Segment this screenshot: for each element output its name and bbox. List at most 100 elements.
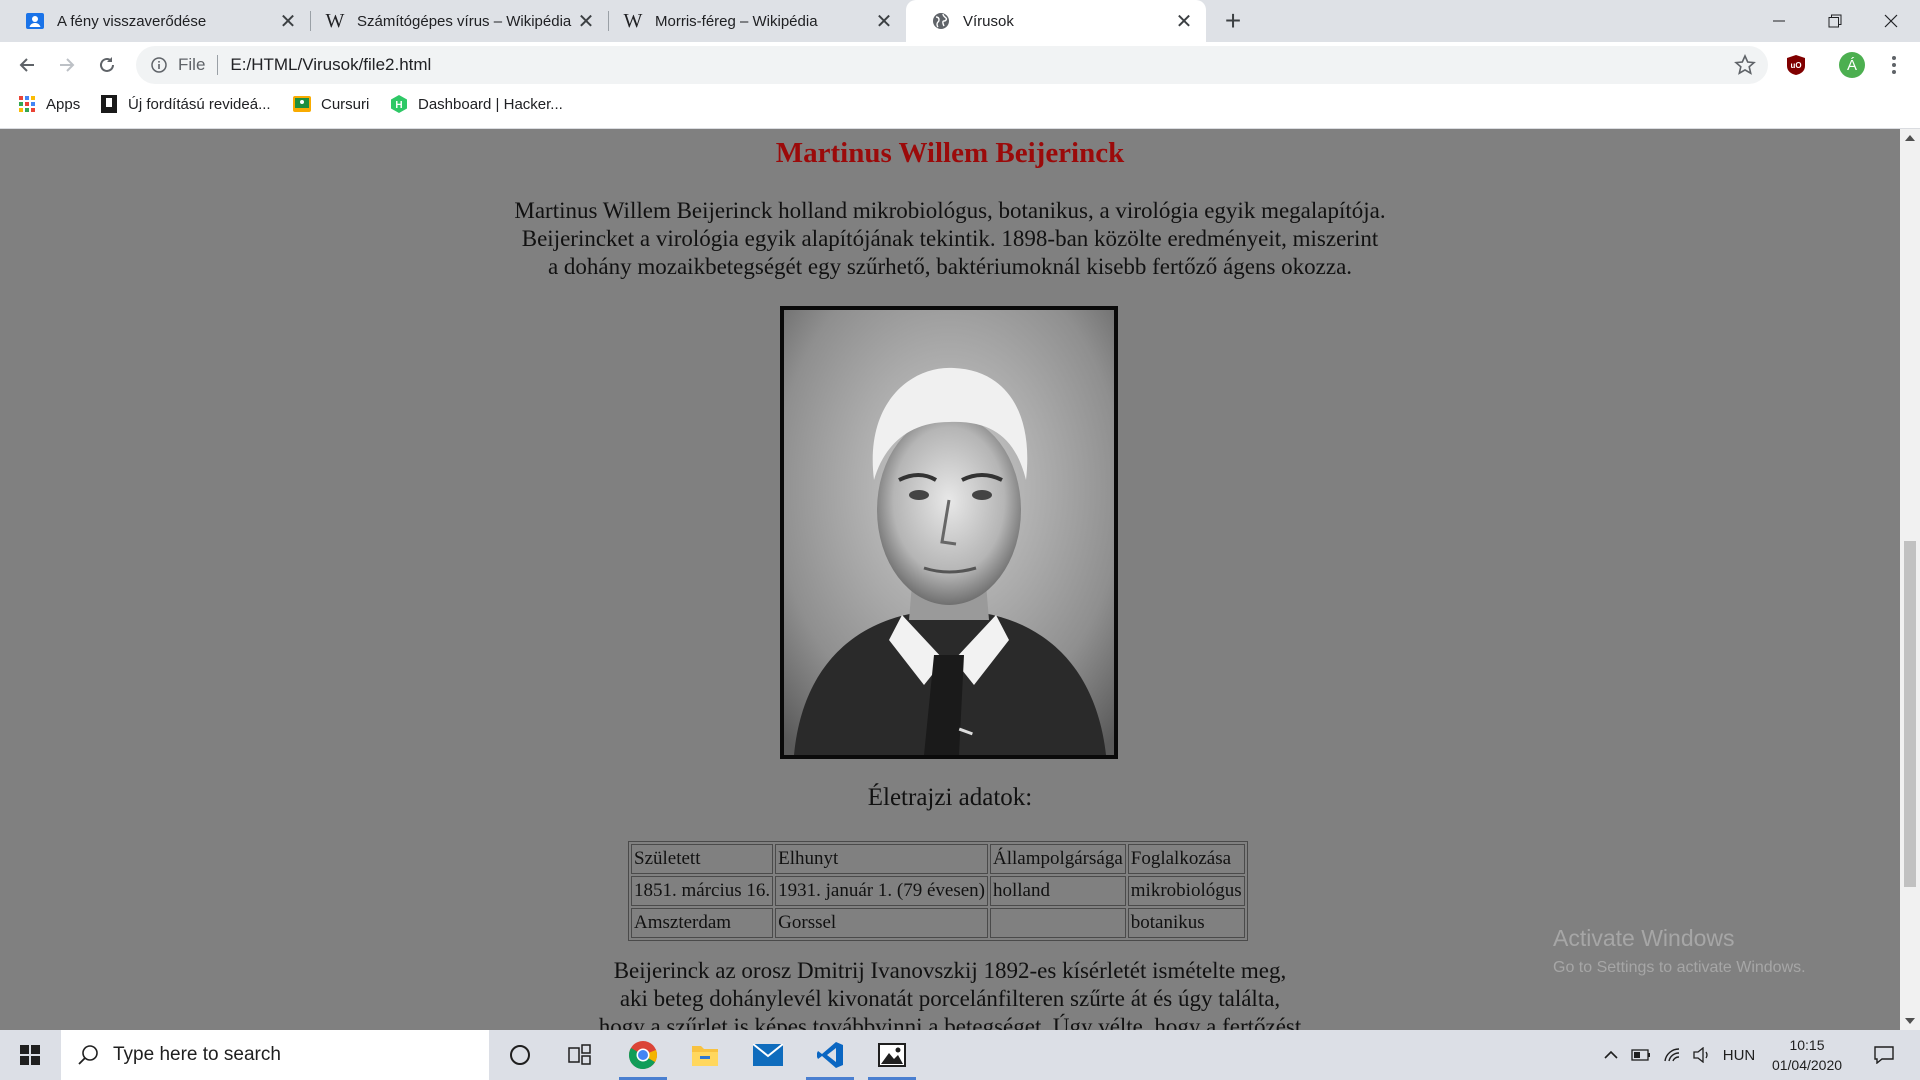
table-cell: Elhunyt bbox=[775, 844, 988, 874]
table-cell bbox=[989, 908, 1126, 938]
table-cell: Amszterdam bbox=[631, 908, 774, 938]
svg-text:H: H bbox=[395, 100, 402, 111]
address-bar[interactable]: File E:/HTML/Virusok/file2.html bbox=[136, 46, 1768, 84]
cortana-button[interactable] bbox=[490, 1030, 550, 1080]
tab-0[interactable]: A fény visszaverődése ✕ bbox=[0, 0, 310, 42]
cortana-icon bbox=[510, 1045, 530, 1065]
notification-icon bbox=[1874, 1046, 1894, 1064]
back-button[interactable] bbox=[10, 48, 44, 82]
classroom-icon bbox=[293, 95, 311, 113]
minimize-button[interactable] bbox=[1750, 0, 1808, 42]
volume-button[interactable] bbox=[1690, 1030, 1716, 1080]
browser-toolbar: File E:/HTML/Virusok/file2.html uO Á bbox=[0, 42, 1920, 88]
bookmark-label: Dashboard | Hacker... bbox=[418, 95, 563, 113]
back-arrow-icon bbox=[19, 58, 34, 72]
chevron-up-icon bbox=[1604, 1050, 1618, 1059]
globe-icon bbox=[931, 11, 951, 31]
tab-strip: A fény visszaverődése ✕ W Számítógépes v… bbox=[0, 0, 1920, 42]
photos-icon bbox=[878, 1043, 906, 1067]
tab-2[interactable]: W Morris-féreg – Wikipédia ✕ bbox=[598, 0, 906, 42]
scroll-up-arrow-icon[interactable] bbox=[1905, 135, 1915, 141]
intro-line: Beijerincket a virológia egyik alapítójá… bbox=[521, 226, 1379, 251]
close-tab-icon[interactable]: ✕ bbox=[274, 7, 302, 35]
menu-kebab-icon[interactable] bbox=[1880, 51, 1908, 79]
close-window-button[interactable] bbox=[1862, 0, 1920, 42]
language-indicator[interactable]: HUN bbox=[1718, 1030, 1760, 1080]
task-view-button[interactable] bbox=[550, 1030, 610, 1080]
hackerrank-icon: H bbox=[390, 95, 408, 113]
clock-date: 01/04/2020 bbox=[1771, 1057, 1843, 1073]
wikipedia-icon: W bbox=[623, 9, 643, 32]
classroom-icon bbox=[25, 11, 45, 31]
wikipedia-icon: W bbox=[325, 9, 345, 32]
intro-line: a dohány mozaikbetegségét egy szűrhető, … bbox=[547, 254, 1353, 279]
windows-logo-icon bbox=[20, 1045, 40, 1065]
vscode-taskbar-button[interactable] bbox=[800, 1030, 860, 1080]
wifi-button[interactable] bbox=[1660, 1030, 1686, 1080]
table-row: Született Elhunyt Állampolgársága Foglal… bbox=[631, 844, 1245, 874]
outro-line: aki beteg dohánylevél kivonatát porcelán… bbox=[619, 986, 1281, 1011]
chrome-taskbar-button[interactable] bbox=[613, 1030, 673, 1080]
intro-paragraph: Martinus Willem Beijerinck holland mikro… bbox=[460, 197, 1440, 281]
tab-title: Vírusok bbox=[963, 12, 1014, 30]
activate-windows-subtitle: Go to Settings to activate Windows. bbox=[1553, 959, 1806, 976]
photos-taskbar-button[interactable] bbox=[862, 1030, 922, 1080]
battery-button[interactable] bbox=[1628, 1030, 1654, 1080]
forward-arrow-icon bbox=[60, 58, 75, 72]
new-tab-button[interactable]: + bbox=[1218, 5, 1248, 36]
tab-1[interactable]: W Számítógépes vírus – Wikipédia ✕ bbox=[300, 0, 608, 42]
close-tab-icon[interactable]: ✕ bbox=[1170, 7, 1198, 35]
outro-paragraph: Beijerinck az orosz Dmitrij Ivanovszkij … bbox=[460, 957, 1440, 1030]
search-icon bbox=[78, 1045, 98, 1065]
speaker-icon bbox=[1693, 1047, 1708, 1063]
bookmark-cursuri[interactable]: Cursuri bbox=[293, 88, 369, 120]
close-tab-icon[interactable]: ✕ bbox=[572, 7, 600, 35]
scroll-down-arrow-icon[interactable] bbox=[1905, 1018, 1915, 1024]
taskbar-clock[interactable]: 10:15 01/04/2020 bbox=[1762, 1035, 1852, 1075]
table-cell: 1931. január 1. (79 évesen) bbox=[775, 876, 988, 906]
mail-icon bbox=[753, 1044, 783, 1066]
mail-taskbar-button[interactable] bbox=[738, 1030, 798, 1080]
bookmark-star-icon[interactable] bbox=[1734, 54, 1756, 76]
table-row: 1851. március 16. 1931. január 1. (79 év… bbox=[631, 876, 1245, 906]
table-cell: mikrobiológus bbox=[1127, 876, 1245, 906]
taskbar-search-box[interactable]: Type here to search bbox=[61, 1030, 489, 1080]
ublock-icon[interactable]: uO bbox=[1782, 51, 1810, 79]
profile-initial: Á bbox=[1846, 56, 1857, 74]
page-scrollbar[interactable] bbox=[1900, 129, 1920, 1030]
close-tab-icon[interactable]: ✕ bbox=[870, 7, 898, 35]
forward-button[interactable] bbox=[50, 48, 84, 82]
reload-button[interactable] bbox=[90, 48, 124, 82]
bookmark-dashboard[interactable]: H Dashboard | Hacker... bbox=[390, 88, 563, 120]
table-cell: Született bbox=[631, 844, 774, 874]
tab-title: Számítógépes vírus – Wikipédia bbox=[357, 12, 572, 30]
profile-avatar[interactable]: Á bbox=[1838, 51, 1866, 79]
url-text[interactable]: E:/HTML/Virusok/file2.html bbox=[230, 55, 431, 75]
scrollbar-thumb[interactable] bbox=[1904, 541, 1916, 887]
restore-button[interactable] bbox=[1806, 0, 1864, 42]
reload-icon bbox=[100, 57, 114, 72]
file-explorer-icon bbox=[692, 1046, 718, 1066]
start-button[interactable] bbox=[0, 1030, 60, 1080]
tab-3-active[interactable]: Vírusok ✕ bbox=[906, 0, 1206, 42]
outro-line: hogy a szűrlet is képes továbbvinni a be… bbox=[598, 1014, 1302, 1030]
table-cell: Állampolgársága bbox=[989, 844, 1126, 874]
bookmark-bible[interactable]: Új fordítású revideá... bbox=[100, 88, 271, 120]
url-scheme: File bbox=[178, 55, 206, 74]
clock-time: 10:15 bbox=[1789, 1037, 1825, 1053]
bookmark-apps[interactable]: Apps bbox=[18, 88, 80, 120]
show-hidden-icons-button[interactable] bbox=[1598, 1030, 1624, 1080]
table-cell: holland bbox=[989, 876, 1126, 906]
bookmark-label: Új fordítású revideá... bbox=[128, 95, 271, 113]
outro-line: Beijerinck az orosz Dmitrij Ivanovszkij … bbox=[613, 958, 1287, 983]
bible-icon bbox=[100, 95, 118, 113]
info-icon[interactable] bbox=[150, 56, 168, 74]
bookmark-label: Cursuri bbox=[321, 95, 370, 113]
action-center-button[interactable] bbox=[1864, 1030, 1904, 1080]
svg-text:uO: uO bbox=[1790, 61, 1801, 70]
table-cell: 1851. március 16. bbox=[631, 876, 774, 906]
file-explorer-taskbar-button[interactable] bbox=[675, 1030, 735, 1080]
portrait-image bbox=[780, 306, 1118, 759]
table-cell: Foglalkozása bbox=[1127, 844, 1245, 874]
table-cell: botanikus bbox=[1127, 908, 1245, 938]
